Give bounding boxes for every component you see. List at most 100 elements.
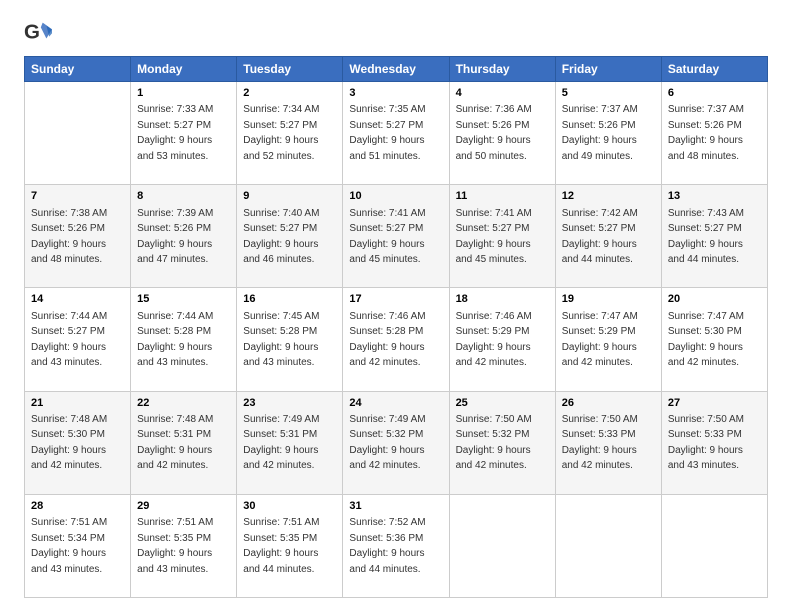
day-number: 30 bbox=[243, 499, 336, 514]
day-info: Sunrise: 7:51 AMSunset: 5:35 PMDaylight:… bbox=[137, 517, 213, 575]
calendar-cell: 28 Sunrise: 7:51 AMSunset: 5:34 PMDayligh… bbox=[25, 494, 131, 597]
calendar-cell: 24Sunrise: 7:49 AMSunset: 5:32 PMDayligh… bbox=[343, 391, 449, 494]
day-info: Sunrise: 7:35 AMSunset: 5:27 PMDaylight:… bbox=[349, 104, 425, 162]
day-number: 28 bbox=[31, 499, 124, 514]
day-info: Sunrise: 7:38 AMSunset: 5:26 PMDaylight:… bbox=[31, 208, 107, 266]
logo-icon: G bbox=[24, 18, 52, 46]
day-number: 20 bbox=[668, 292, 761, 307]
calendar-cell: 19 Sunrise: 7:47 AMSunset: 5:29 PMDayligh… bbox=[555, 288, 661, 391]
calendar-cell: 30 Sunrise: 7:51 AMSunset: 5:35 PMDayligh… bbox=[237, 494, 343, 597]
day-info: Sunrise: 7:47 AMSunset: 5:29 PMDaylight:… bbox=[562, 311, 638, 369]
day-info: Sunrise: 7:43 AMSunset: 5:27 PMDaylight:… bbox=[668, 208, 744, 266]
day-info: Sunrise: 7:34 AMSunset: 5:27 PMDaylight:… bbox=[243, 104, 319, 162]
day-number: 9 bbox=[243, 189, 336, 204]
day-info: Sunrise: 7:50 AMSunset: 5:33 PMDaylight:… bbox=[668, 414, 744, 472]
calendar-header-thursday: Thursday bbox=[449, 57, 555, 82]
calendar-cell: 14Sunrise: 7:44 AMSunset: 5:27 PMDayligh… bbox=[25, 288, 131, 391]
calendar-cell: 26 Sunrise: 7:50 AMSunset: 5:33 PMDayligh… bbox=[555, 391, 661, 494]
calendar-cell: 20 Sunrise: 7:47 AMSunset: 5:30 PMDayligh… bbox=[661, 288, 767, 391]
calendar-cell: 8 Sunrise: 7:39 AMSunset: 5:26 PMDaylight… bbox=[131, 185, 237, 288]
calendar-cell: 12 Sunrise: 7:42 AMSunset: 5:27 PMDayligh… bbox=[555, 185, 661, 288]
calendar-header-saturday: Saturday bbox=[661, 57, 767, 82]
calendar-week-5: 28 Sunrise: 7:51 AMSunset: 5:34 PMDayligh… bbox=[25, 494, 768, 597]
day-info: Sunrise: 7:37 AMSunset: 5:26 PMDaylight:… bbox=[562, 104, 638, 162]
day-number: 26 bbox=[562, 396, 655, 411]
calendar-cell bbox=[661, 494, 767, 597]
day-number: 2 bbox=[243, 86, 336, 101]
calendar-cell: 18Sunrise: 7:46 AMSunset: 5:29 PMDayligh… bbox=[449, 288, 555, 391]
calendar-cell: 31 Sunrise: 7:52 AMSunset: 5:36 PMDayligh… bbox=[343, 494, 449, 597]
day-number: 12 bbox=[562, 189, 655, 204]
day-number: 10 bbox=[349, 189, 442, 204]
calendar-cell: 13 Sunrise: 7:43 AMSunset: 5:27 PMDayligh… bbox=[661, 185, 767, 288]
calendar-cell: 23Sunrise: 7:49 AMSunset: 5:31 PMDayligh… bbox=[237, 391, 343, 494]
day-info: Sunrise: 7:52 AMSunset: 5:36 PMDaylight:… bbox=[349, 517, 425, 575]
calendar-week-2: 7 Sunrise: 7:38 AMSunset: 5:26 PMDaylight… bbox=[25, 185, 768, 288]
calendar-cell: 21 Sunrise: 7:48 AMSunset: 5:30 PMDayligh… bbox=[25, 391, 131, 494]
day-number: 31 bbox=[349, 499, 442, 514]
day-info: Sunrise: 7:51 AMSunset: 5:34 PMDaylight:… bbox=[31, 517, 107, 575]
day-number: 4 bbox=[456, 86, 549, 101]
day-info: Sunrise: 7:48 AMSunset: 5:30 PMDaylight:… bbox=[31, 414, 107, 472]
day-number: 7 bbox=[31, 189, 124, 204]
day-number: 24 bbox=[349, 396, 442, 411]
day-info: Sunrise: 7:36 AMSunset: 5:26 PMDaylight:… bbox=[456, 104, 532, 162]
calendar-cell: 10 Sunrise: 7:41 AMSunset: 5:27 PMDayligh… bbox=[343, 185, 449, 288]
day-info: Sunrise: 7:50 AMSunset: 5:32 PMDaylight:… bbox=[456, 414, 532, 472]
calendar-cell: 1Sunrise: 7:33 AMSunset: 5:27 PMDaylight… bbox=[131, 82, 237, 185]
calendar-cell: 4 Sunrise: 7:36 AMSunset: 5:26 PMDaylight… bbox=[449, 82, 555, 185]
day-info: Sunrise: 7:50 AMSunset: 5:33 PMDaylight:… bbox=[562, 414, 638, 472]
calendar-cell bbox=[449, 494, 555, 597]
day-info: Sunrise: 7:48 AMSunset: 5:31 PMDaylight:… bbox=[137, 414, 213, 472]
day-number: 13 bbox=[668, 189, 761, 204]
calendar-header-row: SundayMondayTuesdayWednesdayThursdayFrid… bbox=[25, 57, 768, 82]
day-info: Sunrise: 7:47 AMSunset: 5:30 PMDaylight:… bbox=[668, 311, 744, 369]
calendar-cell: 15Sunrise: 7:44 AMSunset: 5:28 PMDayligh… bbox=[131, 288, 237, 391]
calendar-cell: 25 Sunrise: 7:50 AMSunset: 5:32 PMDayligh… bbox=[449, 391, 555, 494]
calendar-header-sunday: Sunday bbox=[25, 57, 131, 82]
calendar-cell: 16Sunrise: 7:45 AMSunset: 5:28 PMDayligh… bbox=[237, 288, 343, 391]
calendar-cell: 9 Sunrise: 7:40 AMSunset: 5:27 PMDaylight… bbox=[237, 185, 343, 288]
day-number: 6 bbox=[668, 86, 761, 101]
day-number: 3 bbox=[349, 86, 442, 101]
day-number: 8 bbox=[137, 189, 230, 204]
day-number: 5 bbox=[562, 86, 655, 101]
calendar-cell: 5 Sunrise: 7:37 AMSunset: 5:26 PMDaylight… bbox=[555, 82, 661, 185]
calendar-cell: 29Sunrise: 7:51 AMSunset: 5:35 PMDayligh… bbox=[131, 494, 237, 597]
calendar-cell: 27Sunrise: 7:50 AMSunset: 5:33 PMDayligh… bbox=[661, 391, 767, 494]
day-info: Sunrise: 7:40 AMSunset: 5:27 PMDaylight:… bbox=[243, 208, 319, 266]
day-info: Sunrise: 7:45 AMSunset: 5:28 PMDaylight:… bbox=[243, 311, 319, 369]
calendar-header-wednesday: Wednesday bbox=[343, 57, 449, 82]
day-info: Sunrise: 7:46 AMSunset: 5:29 PMDaylight:… bbox=[456, 311, 532, 369]
day-number: 21 bbox=[31, 396, 124, 411]
calendar-cell: 17 Sunrise: 7:46 AMSunset: 5:28 PMDayligh… bbox=[343, 288, 449, 391]
svg-text:G: G bbox=[24, 21, 40, 44]
calendar-cell: 2 Sunrise: 7:34 AMSunset: 5:27 PMDaylight… bbox=[237, 82, 343, 185]
day-info: Sunrise: 7:33 AMSunset: 5:27 PMDaylight:… bbox=[137, 104, 213, 162]
calendar-week-3: 14Sunrise: 7:44 AMSunset: 5:27 PMDayligh… bbox=[25, 288, 768, 391]
logo: G bbox=[24, 18, 54, 46]
calendar-cell: 22 Sunrise: 7:48 AMSunset: 5:31 PMDayligh… bbox=[131, 391, 237, 494]
calendar-cell: 11Sunrise: 7:41 AMSunset: 5:27 PMDayligh… bbox=[449, 185, 555, 288]
page: G SundayMondayTuesdayWednesdayThursdayFr… bbox=[0, 0, 792, 612]
day-number: 19 bbox=[562, 292, 655, 307]
day-number: 17 bbox=[349, 292, 442, 307]
day-info: Sunrise: 7:46 AMSunset: 5:28 PMDaylight:… bbox=[349, 311, 425, 369]
day-number: 15 bbox=[137, 292, 230, 307]
day-info: Sunrise: 7:51 AMSunset: 5:35 PMDaylight:… bbox=[243, 517, 319, 575]
calendar-week-4: 21 Sunrise: 7:48 AMSunset: 5:30 PMDayligh… bbox=[25, 391, 768, 494]
day-info: Sunrise: 7:41 AMSunset: 5:27 PMDaylight:… bbox=[349, 208, 425, 266]
calendar-header-tuesday: Tuesday bbox=[237, 57, 343, 82]
day-number: 25 bbox=[456, 396, 549, 411]
day-info: Sunrise: 7:37 AMSunset: 5:26 PMDaylight:… bbox=[668, 104, 744, 162]
day-info: Sunrise: 7:39 AMSunset: 5:26 PMDaylight:… bbox=[137, 208, 213, 266]
day-info: Sunrise: 7:44 AMSunset: 5:27 PMDaylight:… bbox=[31, 311, 107, 369]
day-number: 23 bbox=[243, 396, 336, 411]
calendar-week-1: 1Sunrise: 7:33 AMSunset: 5:27 PMDaylight… bbox=[25, 82, 768, 185]
calendar-table: SundayMondayTuesdayWednesdayThursdayFrid… bbox=[24, 56, 768, 598]
day-number: 11 bbox=[456, 189, 549, 204]
day-number: 22 bbox=[137, 396, 230, 411]
calendar-header-monday: Monday bbox=[131, 57, 237, 82]
calendar-cell bbox=[25, 82, 131, 185]
day-info: Sunrise: 7:42 AMSunset: 5:27 PMDaylight:… bbox=[562, 208, 638, 266]
